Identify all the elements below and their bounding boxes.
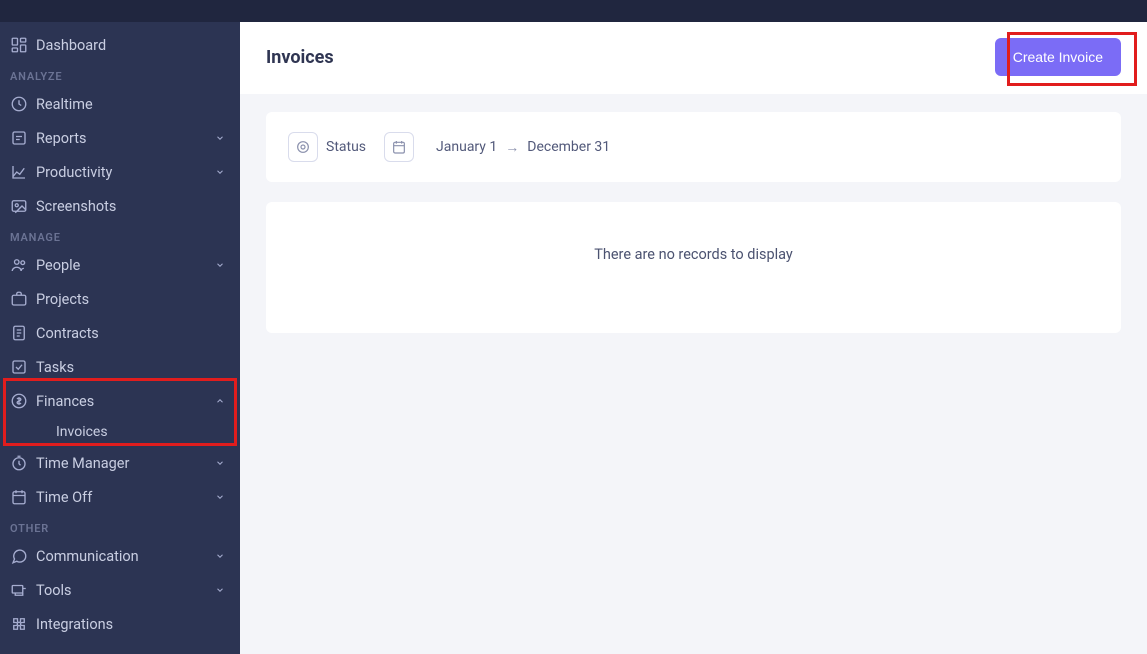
sidebar-item-label: Time Manager (36, 455, 129, 472)
sidebar-item-label: Finances (36, 393, 94, 410)
checkbox-icon (10, 358, 28, 376)
stopwatch-icon (10, 454, 28, 472)
sidebar-item-label: Projects (36, 291, 89, 308)
sidebar-item-label: Time Off (36, 489, 92, 506)
page-header: Invoices Create Invoice (240, 22, 1147, 94)
briefcase-icon (10, 290, 28, 308)
chevron-down-icon (214, 166, 226, 178)
sidebar-item-tools[interactable]: Tools (0, 573, 240, 607)
sidebar-item-communication[interactable]: Communication (0, 539, 240, 573)
page-title: Invoices (266, 47, 334, 68)
top-bar (0, 0, 1147, 22)
sidebar-item-realtime[interactable]: Realtime (0, 87, 240, 121)
sidebar-item-finances[interactable]: Finances (0, 384, 240, 418)
tools-icon (10, 581, 28, 599)
puzzle-icon (10, 615, 28, 633)
reports-icon (10, 129, 28, 147)
calendar-icon (384, 132, 414, 162)
sidebar-item-screenshots[interactable]: Screenshots (0, 189, 240, 223)
sidebar-item-label: Productivity (36, 164, 112, 181)
sidebar-item-productivity[interactable]: Productivity (0, 155, 240, 189)
sidebar: Dashboard ANALYZE Realtime Reports Produ… (0, 0, 240, 654)
dollar-icon (10, 392, 28, 410)
sidebar-item-integrations[interactable]: Integrations (0, 607, 240, 641)
sidebar-item-label: Dashboard (36, 37, 106, 54)
sidebar-subitem-invoices[interactable]: Invoices (0, 418, 240, 446)
filter-bar: Status January 1 → December 31 (266, 112, 1121, 182)
chat-icon (10, 547, 28, 565)
create-invoice-button[interactable]: Create Invoice (995, 38, 1121, 76)
sidebar-item-label: People (36, 257, 80, 274)
chevron-down-icon (214, 259, 226, 271)
status-filter-label: Status (326, 139, 366, 155)
chevron-up-icon (214, 395, 226, 407)
dashboard-icon (10, 36, 28, 54)
sidebar-item-time-manager[interactable]: Time Manager (0, 446, 240, 480)
date-from: January 1 (436, 139, 497, 155)
clock-icon (10, 95, 28, 113)
sidebar-item-projects[interactable]: Projects (0, 282, 240, 316)
empty-state-text: There are no records to display (266, 202, 1121, 333)
records-panel: There are no records to display (266, 202, 1121, 333)
status-icon (288, 132, 318, 162)
chevron-down-icon (214, 457, 226, 469)
chevron-down-icon (214, 491, 226, 503)
chevron-down-icon (214, 584, 226, 596)
chevron-down-icon (214, 132, 226, 144)
calendar-icon (10, 488, 28, 506)
sidebar-item-contracts[interactable]: Contracts (0, 316, 240, 350)
sidebar-item-dashboard[interactable]: Dashboard (0, 28, 240, 62)
sidebar-item-label: Communication (36, 548, 139, 565)
sidebar-item-time-off[interactable]: Time Off (0, 480, 240, 514)
sidebar-item-label: Contracts (36, 325, 99, 342)
sidebar-item-label: Integrations (36, 616, 113, 633)
arrow-right-icon: → (505, 139, 519, 156)
sidebar-item-tasks[interactable]: Tasks (0, 350, 240, 384)
sidebar-item-label: Reports (36, 130, 87, 147)
sidebar-section-manage: MANAGE (0, 223, 240, 248)
sidebar-item-reports[interactable]: Reports (0, 121, 240, 155)
sidebar-item-label: Realtime (36, 96, 93, 113)
sidebar-item-label: Screenshots (36, 198, 116, 215)
document-icon (10, 324, 28, 342)
sidebar-item-people[interactable]: People (0, 248, 240, 282)
sidebar-section-analyze: ANALYZE (0, 62, 240, 87)
chevron-down-icon (214, 550, 226, 562)
date-to: December 31 (527, 139, 610, 155)
chart-line-icon (10, 163, 28, 181)
people-icon (10, 256, 28, 274)
sidebar-item-label: Tasks (36, 359, 74, 376)
main-content: Invoices Create Invoice Status (240, 0, 1147, 654)
sidebar-item-label: Invoices (56, 424, 108, 440)
image-icon (10, 197, 28, 215)
date-range-filter[interactable]: January 1 → December 31 (384, 132, 610, 162)
sidebar-section-other: OTHER (0, 514, 240, 539)
sidebar-item-label: Tools (36, 582, 72, 599)
status-filter[interactable]: Status (288, 132, 366, 162)
